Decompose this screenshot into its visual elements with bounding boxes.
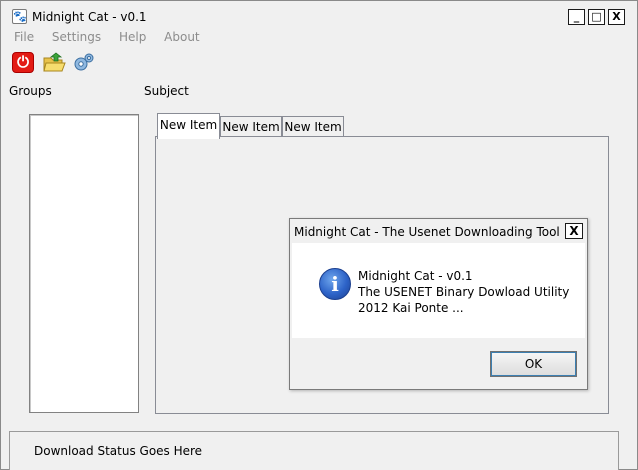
dialog-body: i Midnight Cat - v0.1 The USENET Binary … <box>292 243 585 338</box>
dialog-title: Midnight Cat - The Usenet Downloading To… <box>294 225 560 239</box>
cat-paw-icon[interactable]: 🐾 <box>12 9 27 24</box>
info-icon: i <box>319 268 351 300</box>
dialog-message-line: The USENET Binary Dowload Utility <box>358 285 570 299</box>
minimize-button[interactable]: _ <box>568 9 585 25</box>
title-bar[interactable]: 🐾 Midnight Cat - v0.1 _ □ X <box>1 1 637 28</box>
main-window: 🐾 Midnight Cat - v0.1 _ □ X File Setting… <box>0 0 638 470</box>
dialog-close-button[interactable]: X <box>565 223 583 239</box>
status-text: Download Status Goes Here <box>34 444 203 458</box>
tab-new-item-3[interactable]: New Item <box>282 116 344 138</box>
folder-open-icon[interactable] <box>42 52 66 74</box>
status-bar: Download Status Goes Here <box>9 431 619 470</box>
menu-file[interactable]: File <box>14 30 34 44</box>
tab-new-item-1[interactable]: New Item <box>157 113 220 139</box>
about-dialog: Midnight Cat - The Usenet Downloading To… <box>289 218 588 390</box>
close-button[interactable]: X <box>608 9 625 25</box>
groups-list[interactable] <box>29 114 139 413</box>
menu-settings[interactable]: Settings <box>52 30 101 44</box>
gear-icon[interactable] <box>72 52 94 74</box>
window-title: Midnight Cat - v0.1 <box>32 10 147 24</box>
groups-label: Groups <box>9 84 52 98</box>
menu-bar: File Settings Help About <box>14 30 214 46</box>
tab-new-item-2[interactable]: New Item <box>220 116 282 138</box>
maximize-button[interactable]: □ <box>588 9 605 25</box>
menu-help[interactable]: Help <box>119 30 146 44</box>
dialog-message-line: Midnight Cat - v0.1 <box>358 269 473 283</box>
dialog-title-bar[interactable]: Midnight Cat - The Usenet Downloading To… <box>290 219 587 243</box>
subject-label: Subject <box>144 84 189 98</box>
menu-about[interactable]: About <box>164 30 199 44</box>
dialog-message-line: 2012 Kai Ponte ... <box>358 301 464 315</box>
power-icon[interactable]: ⏻ <box>12 52 34 73</box>
ok-button[interactable]: OK <box>490 351 577 377</box>
